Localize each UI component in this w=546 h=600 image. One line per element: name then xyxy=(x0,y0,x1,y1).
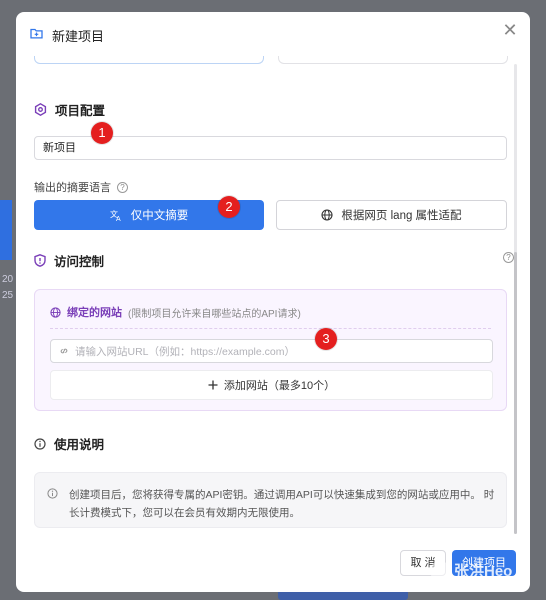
background-text: 20 xyxy=(2,274,14,285)
background-text: 25 xyxy=(2,290,14,301)
new-project-dialog: 新建项目 ✕ 项目配置 新项目 输出的摘要语言 ? 文 A 仅中文摘要 根据网页… xyxy=(16,12,530,592)
section-title-text: 项目配置 xyxy=(55,104,106,118)
scrollbar-thumb[interactable] xyxy=(514,252,517,534)
annotation-marker-1: 1 xyxy=(91,122,113,144)
bound-sites-subtitle: (限制项目允许来自哪些站点的API请求) xyxy=(128,308,301,320)
info-icon xyxy=(34,437,46,450)
dialog-title: 新建项目 xyxy=(52,29,105,44)
watermark: 张洪Heo xyxy=(430,560,512,581)
bound-sites-header: 绑定的网站 (限制项目允许来自哪些站点的API请求) xyxy=(50,304,301,320)
scrollbar[interactable] xyxy=(514,64,517,534)
url-placeholder: 请输入网站URL（例如：https://example.com） xyxy=(75,345,295,358)
svg-text:A: A xyxy=(116,216,121,221)
annotation-marker-3: 3 xyxy=(315,328,337,350)
shield-icon xyxy=(34,254,46,267)
option-lang-attr[interactable]: 根据网页 lang 属性适配 xyxy=(276,200,507,230)
dialog-header: 新建项目 ✕ xyxy=(16,12,530,56)
dashed-divider xyxy=(50,328,491,329)
folder-plus-icon xyxy=(30,28,43,39)
bound-sites-panel: 绑定的网站 (限制项目允许来自哪些站点的API请求) 请输入网站URL（例如：h… xyxy=(34,289,507,411)
section-title-text: 访问控制 xyxy=(54,255,105,269)
info-icon xyxy=(47,488,58,499)
watermark-text: 张洪Heo xyxy=(454,563,513,580)
annotation-marker-2: 2 xyxy=(218,196,240,218)
section-title-text: 使用说明 xyxy=(54,438,105,452)
section-access-control: 访问控制 xyxy=(34,251,104,270)
close-icon[interactable]: ✕ xyxy=(502,21,518,39)
help-icon[interactable]: ? xyxy=(117,181,128,193)
usage-text: 创建项目后，您将获得专属的API密钥。通过调用API可以快速集成到您的网站或应用… xyxy=(69,489,495,519)
section-usage: 使用说明 xyxy=(34,434,104,453)
globe-icon xyxy=(50,306,61,318)
translate-icon: 文 A xyxy=(110,209,121,221)
globe-icon xyxy=(321,209,333,221)
plus-icon xyxy=(208,380,218,390)
add-website-button[interactable]: 添加网站（最多10个） xyxy=(50,370,493,400)
summary-language-label-row: 输出的摘要语言 ? xyxy=(34,179,128,195)
link-icon xyxy=(60,348,68,354)
usage-notice: 创建项目后，您将获得专属的API密钥。通过调用API可以快速集成到您的网站或应用… xyxy=(34,472,507,528)
gear-icon xyxy=(34,103,47,116)
previous-field xyxy=(34,56,264,64)
section-project-config: 项目配置 xyxy=(34,100,105,119)
add-website-label: 添加网站（最多10个） xyxy=(223,380,336,392)
option-label: 根据网页 lang 属性适配 xyxy=(341,210,462,222)
website-url-input[interactable]: 请输入网站URL（例如：https://example.com） xyxy=(50,339,493,363)
summary-language-label: 输出的摘要语言 xyxy=(34,182,111,194)
previous-field xyxy=(278,56,508,64)
help-icon[interactable]: ? xyxy=(503,252,514,263)
watermark-logo-icon xyxy=(430,560,450,581)
bound-sites-title: 绑定的网站 xyxy=(67,307,122,319)
option-label: 仅中文摘要 xyxy=(130,210,189,222)
background-card xyxy=(0,200,12,260)
